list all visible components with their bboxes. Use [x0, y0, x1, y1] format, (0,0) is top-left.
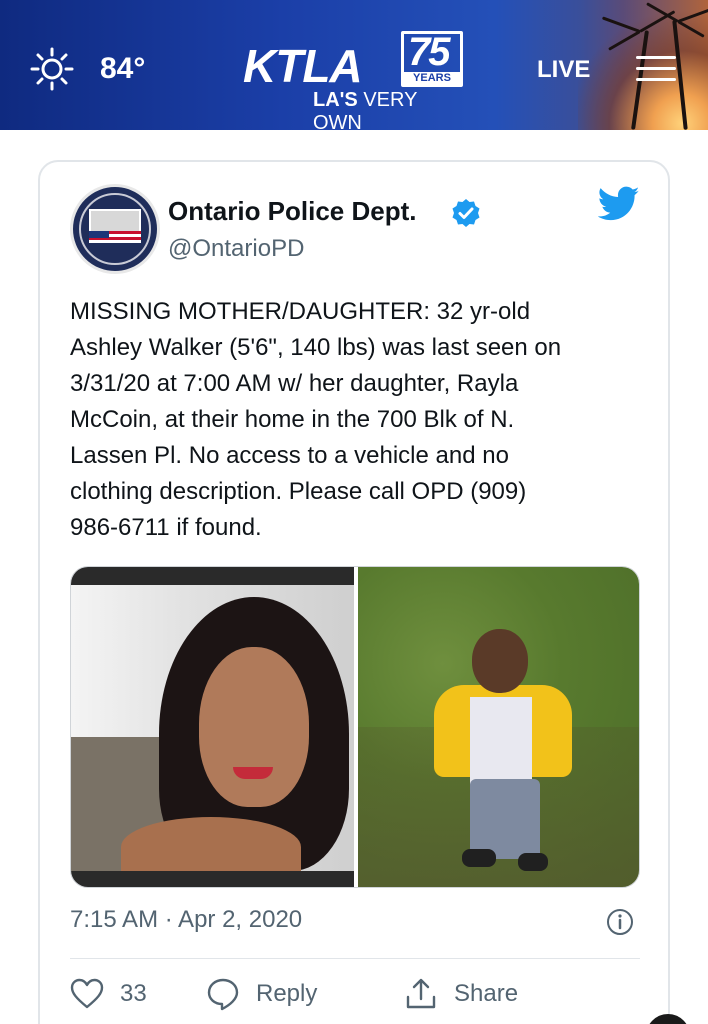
tweet-actions: 33 Reply Share [70, 974, 640, 1014]
hamburger-menu-icon[interactable] [636, 56, 676, 82]
twitter-bird-icon[interactable] [598, 186, 640, 222]
author-handle[interactable]: @OntarioPD [168, 235, 304, 263]
missing-mother-photo[interactable] [71, 567, 354, 887]
reply-label: Reply [256, 980, 318, 1007]
reply-button[interactable]: Reply [206, 974, 317, 1014]
embedded-tweet: Ontario Police Dept. @OntarioPD MISSING … [38, 160, 670, 1024]
logo-badge-number: 75 [408, 30, 450, 74]
divider [70, 958, 640, 959]
ktla-logo[interactable]: KTLA 75 YEARS LA'S VERY OWN [243, 30, 465, 130]
heart-icon [70, 978, 104, 1009]
like-button[interactable]: 33 [70, 974, 147, 1014]
tweet-timestamp[interactable]: 7:15 AM · Apr 2, 2020 [70, 906, 302, 934]
tweet-media[interactable] [70, 566, 640, 888]
flag-icon [89, 231, 141, 243]
tweet-text: MISSING MOTHER/DAUGHTER: 32 yr-old Ashle… [70, 298, 562, 541]
temperature: 84° [100, 52, 146, 85]
tagline-bold: LA'S [313, 89, 358, 111]
reply-bubble-icon [207, 978, 239, 1011]
logo-text: KTLA [243, 40, 363, 92]
author-name[interactable]: Ontario Police Dept. [168, 196, 417, 227]
logo-tagline: LA'S VERY OWN [313, 89, 465, 130]
info-icon[interactable] [606, 908, 634, 936]
site-header: 84° KTLA 75 YEARS LA'S VERY OWN LIVE [0, 0, 708, 130]
likes-count: 33 [120, 980, 147, 1007]
logo-badge-label: YEARS [404, 72, 460, 85]
missing-daughter-photo[interactable] [358, 567, 639, 887]
logo-75-badge: 75 YEARS [401, 30, 463, 87]
avatar[interactable] [70, 184, 160, 274]
share-icon [406, 978, 436, 1009]
live-link[interactable]: LIVE [537, 56, 590, 84]
verified-badge-icon [452, 199, 480, 227]
share-label: Share [454, 980, 519, 1007]
share-button[interactable]: Share [404, 974, 518, 1014]
sun-icon [30, 47, 74, 91]
